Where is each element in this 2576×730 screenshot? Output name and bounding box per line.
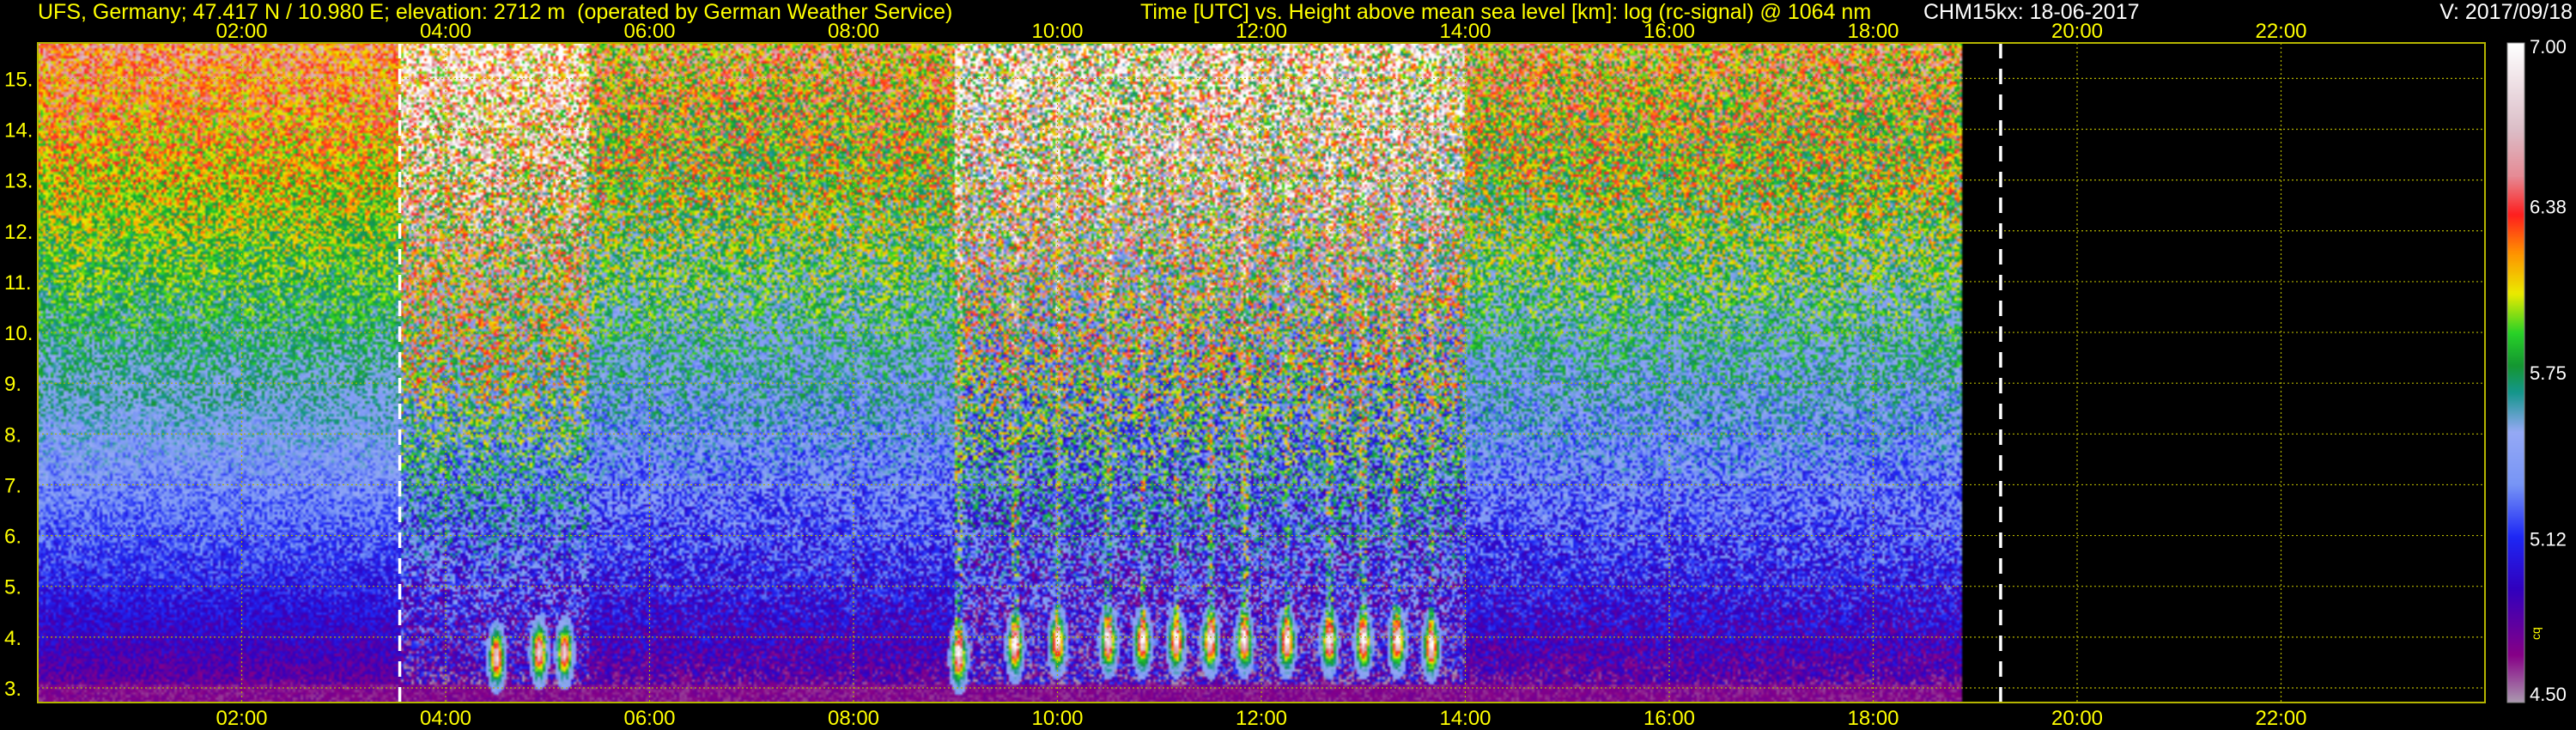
x-tick-label-bottom: 02:00 [216,707,267,730]
y-tick-label: 11. [4,271,32,295]
colorbar-tick-label: 4.50 [2530,684,2567,705]
colorbar-tick-label: 6.38 [2530,196,2567,217]
x-tick-label-bottom: 04:00 [420,707,471,730]
axes-title: Time [UTC] vs. Height above mean sea lev… [1140,0,1872,24]
x-tick-label-bottom: 16:00 [1643,707,1695,730]
y-tick-label: 13. [4,170,33,193]
y-tick-label: 9. [4,373,21,396]
x-tick-label-bottom: 08:00 [828,707,879,730]
x-tick-label-bottom: 10:00 [1031,707,1083,730]
y-tick-label: 7. [4,474,21,497]
y-tick-label: 10. [4,322,33,345]
colorbar-tick-label: 5.12 [2530,529,2567,551]
colorbar-tick-label: 5.75 [2530,362,2567,384]
ceilometer-chart: 02:00 04:00 06:00 08:00 10:00 12:00 14:00 16:00… [0,0,2576,730]
y-tick-label: 8. [4,423,21,447]
site-info: UFS, Germany; 47.417 N / 10.980 E; eleva… [38,0,953,24]
y-tick-label: 12. [4,221,33,244]
version: V: 2017/09/18 [2439,0,2573,24]
instrument-date: CHM15kx: 18-06-2017 [1923,0,2140,24]
x-tick-label-top: 22:00 [2255,20,2306,43]
y-tick-label: 6. [4,526,21,549]
colorbar-label: cq [2529,627,2543,640]
x-tick-label-bottom: 14:00 [1439,707,1491,730]
colorbar [2507,43,2524,703]
y-tick-label: 4. [4,627,21,650]
x-tick-label-bottom: 12:00 [1236,707,1287,730]
y-tick-label: 3. [4,678,21,701]
y-tick-label: 5. [4,576,21,599]
y-tick-label: 14. [4,119,33,143]
x-tick-label-bottom: 18:00 [1847,707,1899,730]
y-tick-label: 15. [4,68,33,91]
x-tick-label-bottom: 20:00 [2051,707,2103,730]
x-tick-label-top: 10:00 [1031,20,1083,43]
colorbar-tick-label: 7.00 [2530,36,2567,58]
x-tick-label-bottom: 06:00 [623,707,675,730]
x-tick-label-bottom: 22:00 [2255,707,2306,730]
